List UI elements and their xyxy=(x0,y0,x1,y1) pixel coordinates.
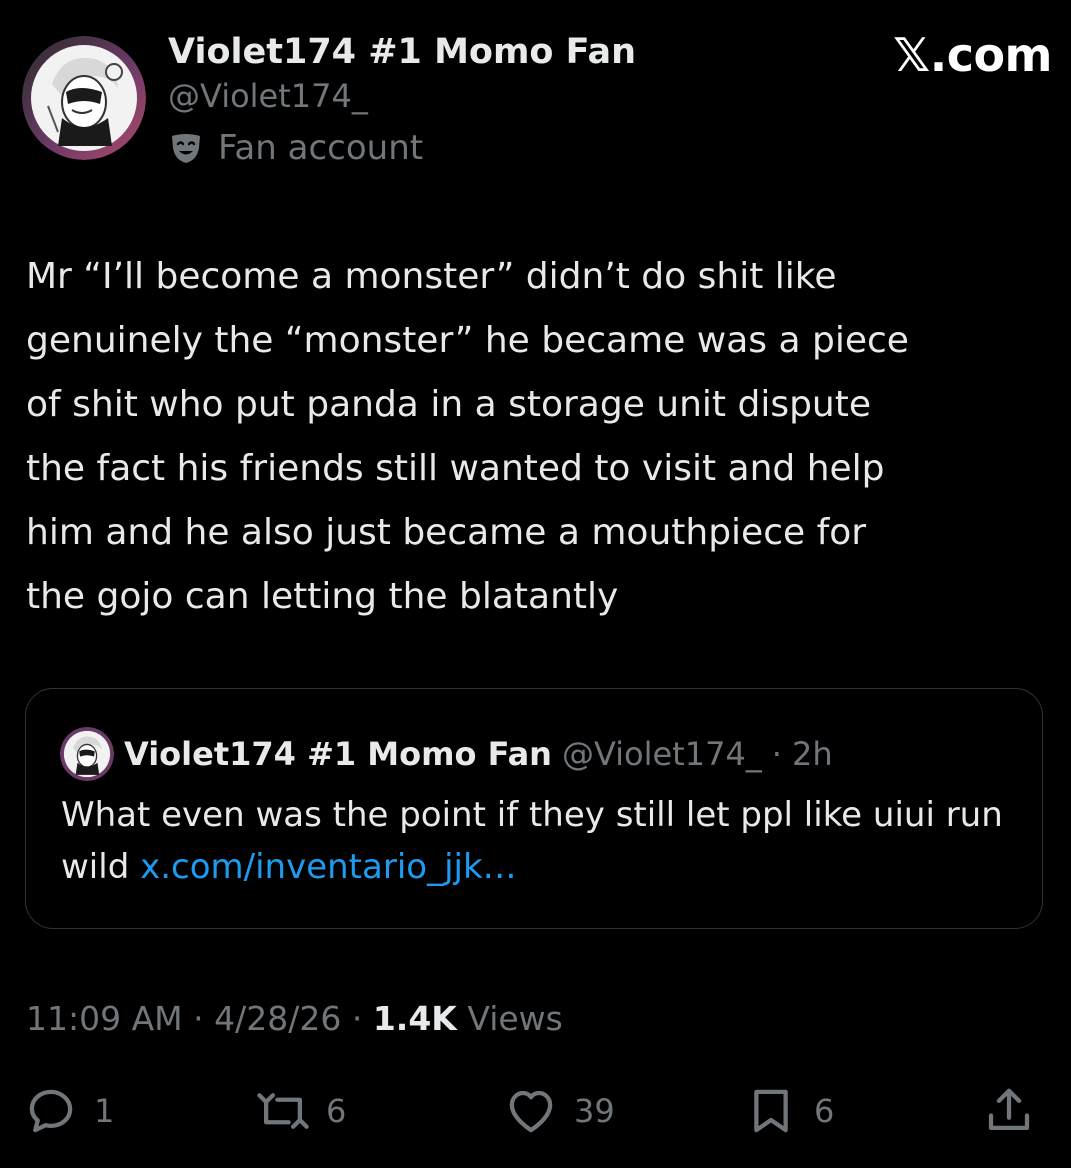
tweet-text: Mr “I’ll become a monster” didn’t do shi… xyxy=(26,256,909,617)
site-brand: 𝕏.com xyxy=(893,28,1052,82)
bookmark-count: 6 xyxy=(814,1092,835,1130)
author-avatar[interactable] xyxy=(22,36,146,160)
reply-button[interactable]: 1 xyxy=(24,1084,114,1138)
account-label[interactable]: Fan account xyxy=(168,126,636,170)
bookmark-icon xyxy=(754,1089,788,1133)
quoted-tweet-link[interactable]: x.com/inventario_jjk… xyxy=(140,847,517,887)
action-bar: 1 6 39 6 xyxy=(24,1084,1044,1140)
author-info: Violet174 #1 Momo Fan @Violet174_ Fan ac… xyxy=(168,30,636,170)
heart-icon xyxy=(509,1090,553,1133)
quoted-tweet-text: What even was the point if they still le… xyxy=(61,789,1021,893)
share-button[interactable] xyxy=(982,1084,1036,1138)
bookmark-button[interactable]: 6 xyxy=(744,1084,834,1138)
repost-count: 6 xyxy=(326,1092,347,1130)
author-handle[interactable]: @Violet174_ xyxy=(168,74,636,118)
drama-mask-icon xyxy=(168,130,204,166)
quoted-author-avatar xyxy=(60,727,114,781)
meta-separator: · xyxy=(341,999,373,1038)
account-label-text: Fan account xyxy=(218,128,424,168)
like-button[interactable]: 39 xyxy=(504,1084,615,1138)
quoted-separator: · xyxy=(771,735,782,773)
repost-icon xyxy=(257,1093,309,1129)
tweet-date[interactable]: 4/28/26 xyxy=(214,999,341,1038)
repost-button[interactable]: 6 xyxy=(256,1084,346,1138)
views-label: Views xyxy=(456,999,563,1038)
reply-count: 1 xyxy=(94,1092,115,1130)
tweet-time[interactable]: 11:09 AM xyxy=(26,999,183,1038)
views-count: 1.4K xyxy=(372,999,457,1038)
quoted-author-name: Violet174 #1 Momo Fan xyxy=(124,735,552,773)
tweet-meta: 11:09 AM · 4/28/26 · 1.4K Views xyxy=(26,996,563,1042)
quoted-author-handle: @Violet174_ xyxy=(561,735,762,773)
meta-separator: · xyxy=(182,999,215,1038)
like-count: 39 xyxy=(574,1092,615,1130)
quoted-timestamp: 2h xyxy=(791,735,833,773)
quoted-tweet-header: Violet174 #1 Momo Fan @Violet174_ · 2h xyxy=(60,727,833,781)
share-icon xyxy=(988,1088,1030,1131)
reply-icon xyxy=(29,1089,73,1133)
quoted-tweet-card[interactable]: Violet174 #1 Momo Fan @Violet174_ · 2h W… xyxy=(25,688,1043,929)
tweet-header: Violet174 #1 Momo Fan @Violet174_ Fan ac… xyxy=(22,30,1052,170)
author-display-name[interactable]: Violet174 #1 Momo Fan xyxy=(168,30,636,74)
